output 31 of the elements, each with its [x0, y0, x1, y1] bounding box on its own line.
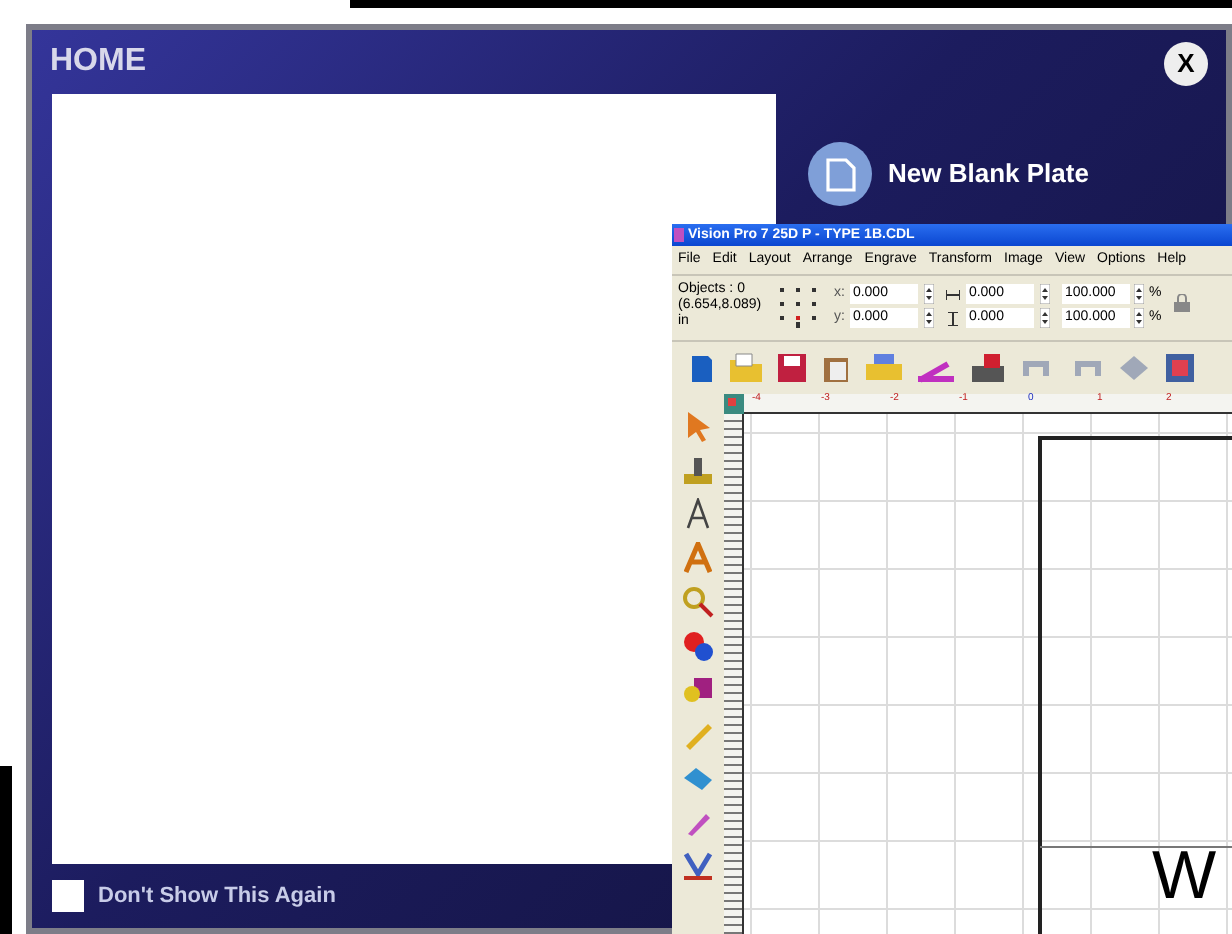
measure-icon[interactable]	[682, 850, 714, 882]
height-icon	[946, 311, 961, 325]
printer-icon[interactable]	[864, 352, 904, 384]
spinner-icon[interactable]	[1134, 284, 1145, 304]
spinner-icon[interactable]	[924, 284, 935, 304]
anchor-grid-icon[interactable]	[778, 286, 822, 330]
blank-page-icon	[808, 142, 872, 206]
node-edit-icon[interactable]	[682, 762, 714, 794]
stamp-icon[interactable]	[682, 454, 714, 486]
checkbox-label: Don't Show This Again	[98, 881, 336, 912]
spinner-icon[interactable]	[1134, 308, 1145, 328]
width-icon	[946, 289, 961, 299]
clipboard-icon[interactable]	[820, 352, 852, 384]
plate-text: W	[1152, 842, 1217, 910]
save-icon[interactable]	[776, 352, 808, 384]
close-button[interactable]: X	[1164, 42, 1208, 86]
zoom-icon[interactable]	[682, 586, 714, 618]
new-blank-plate-button[interactable]: New Blank Plate	[808, 142, 1089, 206]
spinner-icon[interactable]	[924, 308, 935, 328]
circles-icon[interactable]	[682, 630, 714, 662]
new-file-icon[interactable]	[688, 352, 716, 384]
shapes-icon[interactable]	[682, 674, 714, 706]
spinner-icon[interactable]	[1040, 284, 1051, 304]
letter-icon[interactable]	[684, 498, 712, 530]
checkbox[interactable]	[52, 880, 84, 912]
dialog-title: HOME	[50, 42, 146, 82]
app-icon	[674, 228, 684, 242]
spinner-icon[interactable]	[1040, 308, 1051, 328]
lock-icon[interactable]	[1173, 294, 1190, 312]
engraver-icon[interactable]	[968, 352, 1008, 384]
picture-icon[interactable]	[1164, 352, 1196, 384]
